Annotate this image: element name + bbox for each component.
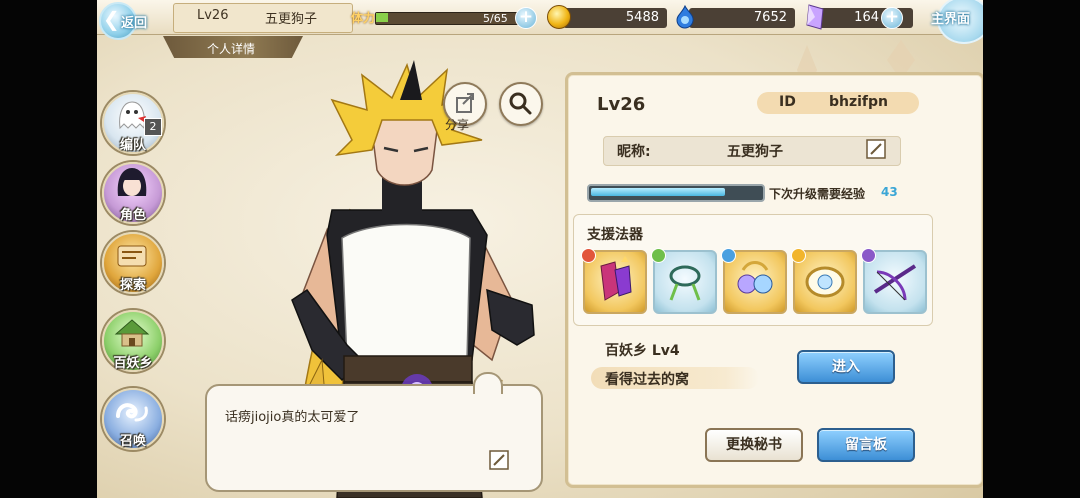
change-secretary-button[interactable]: 更换秘书 (705, 428, 803, 462)
exp-fill (591, 188, 725, 196)
nav-village[interactable]: 百妖乡 (102, 310, 164, 372)
edit-speech-button[interactable] (489, 450, 509, 470)
left-letterbox (0, 0, 97, 498)
right-letterbox (983, 0, 1080, 498)
nav-summon[interactable]: 召唤 (102, 388, 164, 450)
speech-bubble (205, 384, 543, 492)
nav-summon-label: 召唤 (119, 434, 146, 449)
potion-bottles-icon (600, 256, 632, 301)
message-board-button[interactable]: 留言板 (817, 428, 915, 462)
speech-text: 话痨jiojio真的太可爱了 (225, 410, 360, 425)
exp-label: 下次升级需要经验 (769, 187, 866, 201)
id-value: bhzifpn (829, 94, 889, 110)
stamina-value: 5/65 (483, 12, 508, 25)
jade-ring-icon (669, 265, 701, 301)
stamina-fill (376, 13, 388, 22)
blue-gem-icon (721, 248, 736, 263)
game-viewport: ❮ 返回 Lv26 五更狗子 个人详情 体力 5/65 + 5488 7652 … (97, 0, 983, 498)
scroll-map-icon (117, 245, 147, 267)
player-level: Lv26 (197, 8, 229, 23)
support-item-3[interactable] (721, 248, 787, 314)
back-label: 返回 (121, 16, 148, 31)
village-title: 百妖乡 Lv4 (605, 343, 680, 359)
exp-value: 43 (881, 185, 898, 199)
screen: ❮ 返回 Lv26 五更狗子 个人详情 体力 5/65 + 5488 7652 … (0, 0, 1080, 498)
nav-explore[interactable]: 探索 (102, 232, 164, 294)
profile-level: Lv26 (597, 94, 646, 115)
support-item-5[interactable] (861, 248, 927, 314)
gem-value: 7652 (753, 10, 787, 25)
yellow-gem-icon (791, 248, 806, 263)
home-label: 主界面 (931, 12, 971, 27)
enter-village-button[interactable]: 进入 (797, 350, 895, 384)
nav-characters[interactable]: 角色 (102, 162, 164, 224)
support-item-1[interactable] (581, 248, 647, 314)
back-arrow-icon: ❮ (103, 7, 120, 31)
nav-characters-label: 角色 (119, 208, 146, 223)
back-button[interactable]: ❮ 返回 (97, 0, 163, 40)
speech-bubble-tail (473, 372, 503, 394)
house-icon (114, 319, 150, 347)
swirl-cloud-icon (116, 403, 148, 422)
nav-team[interactable]: 2 编队 (102, 92, 164, 154)
nickname-label: 昵称: (617, 144, 651, 160)
crystal-value: 164 (854, 10, 879, 25)
village-description: 看得过去的窝 (605, 372, 689, 388)
share-label: 分享 (445, 118, 470, 132)
support-item-2[interactable] (651, 248, 717, 314)
edit-nickname-button[interactable] (865, 138, 887, 160)
search-icon (509, 92, 532, 115)
character-portrait-icon (117, 168, 147, 196)
green-gem-icon (651, 248, 666, 263)
purple-gem-icon (861, 248, 876, 263)
orb-brooch-icon (805, 266, 845, 298)
nickname-value: 五更狗子 (727, 144, 783, 160)
stamina-bar (375, 12, 533, 25)
tab-profile-label: 个人详情 (207, 42, 256, 56)
nav-explore-label: 探索 (119, 278, 146, 293)
crystal-icon (806, 4, 824, 30)
nav-team-label: 编队 (119, 138, 146, 153)
crossbow-icon (873, 264, 917, 301)
player-name: 五更狗子 (265, 12, 318, 27)
magnify-button[interactable] (499, 82, 543, 126)
pearl-bell-icon (737, 261, 773, 294)
gold-value: 5488 (625, 10, 659, 25)
add-crystal-button[interactable]: + (881, 7, 903, 29)
support-artifacts-title: 支援法器 (587, 227, 643, 243)
id-label: ID (779, 94, 796, 110)
stamina-label: 体力 (351, 11, 376, 25)
support-item-4[interactable] (791, 248, 857, 314)
add-stamina-button[interactable]: + (515, 7, 537, 29)
gold-coin-icon (547, 5, 571, 29)
red-gem-icon (581, 248, 596, 263)
nav-village-label: 百妖乡 (113, 356, 153, 371)
blue-flame-icon (676, 5, 694, 29)
